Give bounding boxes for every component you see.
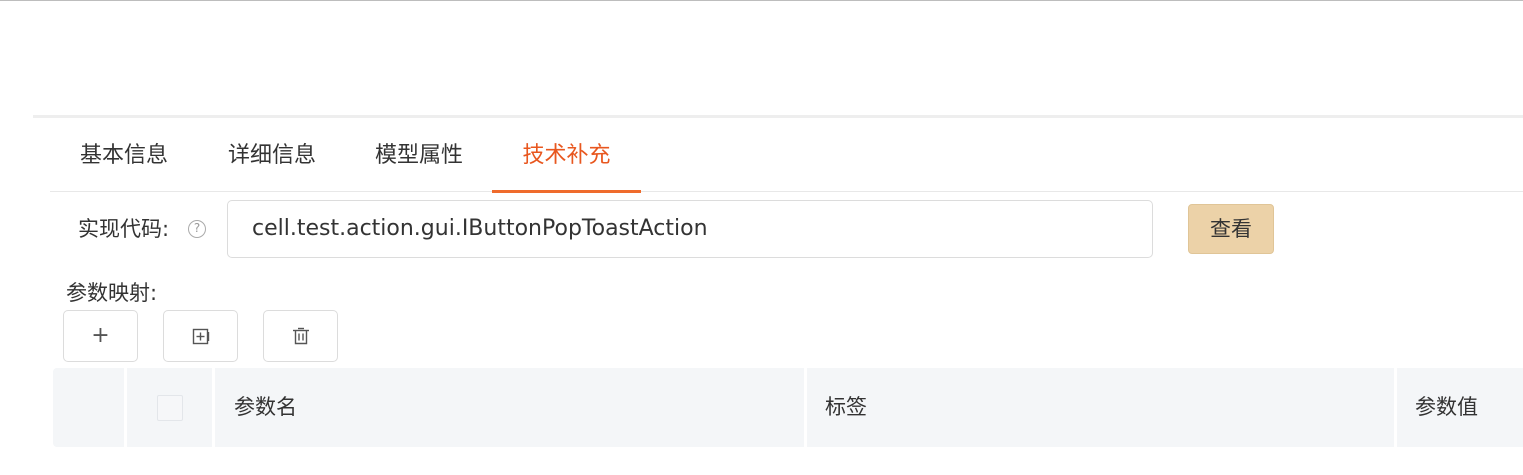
delete-row-button[interactable] xyxy=(263,310,338,362)
trash-icon xyxy=(291,323,311,348)
column-divider xyxy=(1394,368,1397,447)
tab-detail-info[interactable]: 详细信息 xyxy=(222,120,322,192)
implementation-code-input[interactable]: cell.test.action.gui.IButtonPopToastActi… xyxy=(227,200,1153,258)
plus-icon: + xyxy=(91,323,110,348)
column-header-param-name[interactable]: 参数名 xyxy=(234,368,297,447)
select-all-checkbox[interactable] xyxy=(157,395,183,421)
window-top-border xyxy=(0,0,1523,1)
tab-model-attributes[interactable]: 模型属性 xyxy=(369,120,469,192)
add-row-button[interactable]: + xyxy=(63,310,138,362)
implementation-code-label: 实现代码: xyxy=(78,217,170,241)
column-header-param-value[interactable]: 参数值 xyxy=(1415,368,1478,447)
question-circle-icon[interactable]: ? xyxy=(188,220,206,238)
plus-square-icon xyxy=(191,323,211,348)
view-button[interactable]: 查看 xyxy=(1188,204,1274,254)
param-table-header: 参数名 标签 参数值 xyxy=(53,368,1523,447)
column-divider xyxy=(212,368,215,447)
tab-tech-supplement[interactable]: 技术补充 xyxy=(492,120,641,193)
tab-bar: 基本信息 详细信息 模型属性 技术补充 xyxy=(50,120,1523,193)
insert-row-button[interactable] xyxy=(163,310,238,362)
tab-basic-info[interactable]: 基本信息 xyxy=(74,120,174,192)
column-header-label[interactable]: 标签 xyxy=(825,368,867,447)
column-divider xyxy=(124,368,127,447)
param-mapping-label: 参数映射: xyxy=(66,281,158,305)
column-divider xyxy=(804,368,807,447)
